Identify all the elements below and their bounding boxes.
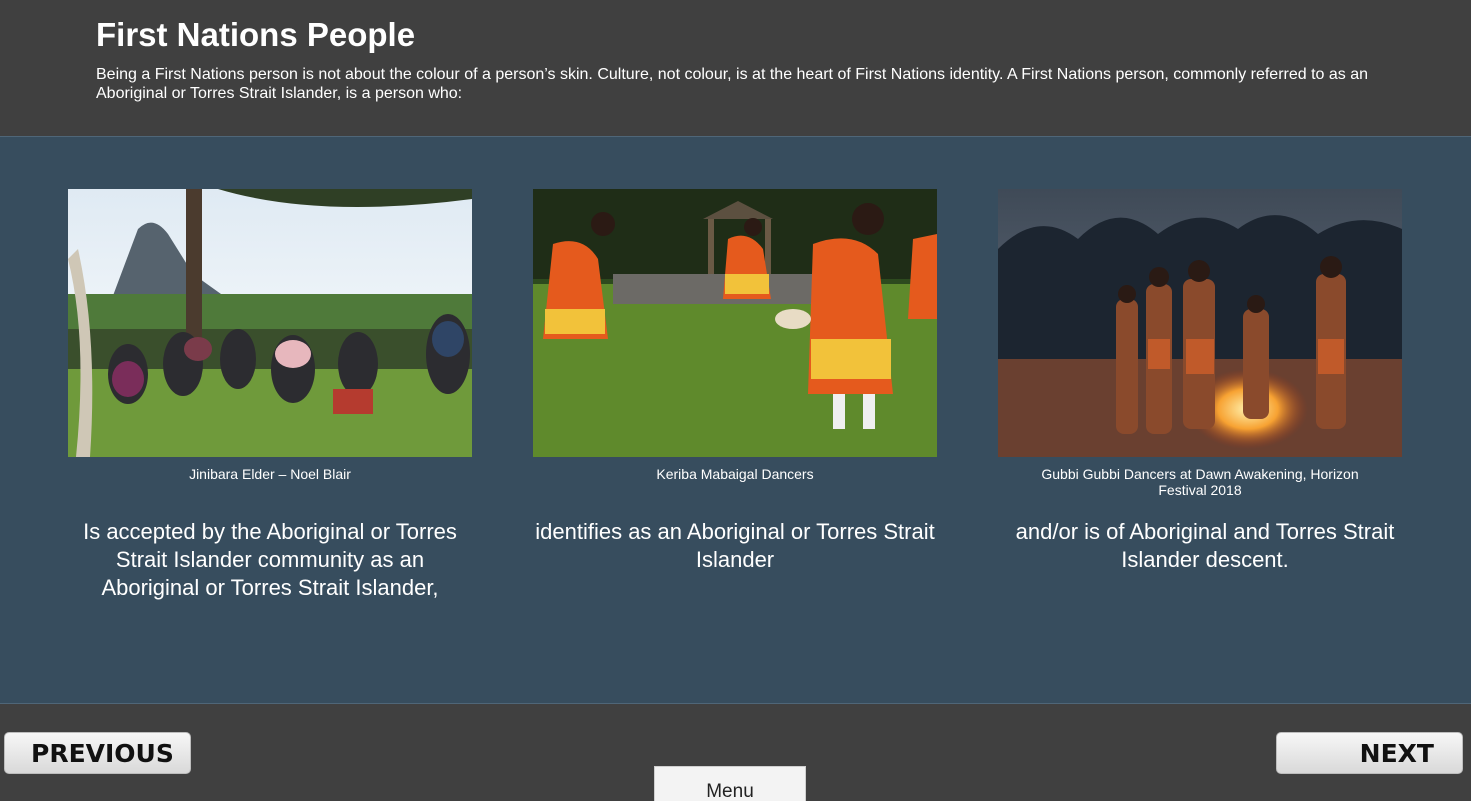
statement-identifies: identifies as an Aboriginal or Torres St… bbox=[535, 519, 935, 572]
previous-button[interactable]: PREVIOUS bbox=[4, 732, 191, 774]
page-title: First Nations People bbox=[96, 16, 416, 53]
gubbi-dancers-photo bbox=[998, 189, 1402, 457]
elder-gathering-photo bbox=[68, 189, 472, 457]
statement-accepted: Is accepted by the Aboriginal or Torres … bbox=[83, 519, 457, 600]
photo-caption: Jinibara Elder – Noel Blair bbox=[189, 466, 351, 482]
keriba-dancers-photo bbox=[533, 189, 937, 457]
next-button[interactable]: NEXT bbox=[1276, 732, 1463, 774]
card-elder: Jinibara Elder – Noel Blair bbox=[68, 189, 472, 482]
statement-descent: and/or is of Aboriginal and Torres Strai… bbox=[1015, 519, 1395, 572]
card-keriba: Keriba Mabaigal Dancers bbox=[533, 189, 937, 482]
content-panel: Jinibara Elder – Noel Blair Keriba Mabai… bbox=[0, 136, 1471, 704]
photo-caption: Keriba Mabaigal Dancers bbox=[656, 466, 814, 482]
header: First Nations People Being a First Natio… bbox=[0, 0, 1471, 136]
photo-caption: Gubbi Gubbi Dancers at Dawn Awakening, H… bbox=[1041, 466, 1359, 498]
intro-text: Being a First Nations person is not abou… bbox=[96, 66, 1369, 102]
card-gubbi: Gubbi Gubbi Dancers at Dawn Awakening, H… bbox=[998, 189, 1402, 498]
menu-button[interactable]: Menu bbox=[654, 766, 806, 801]
